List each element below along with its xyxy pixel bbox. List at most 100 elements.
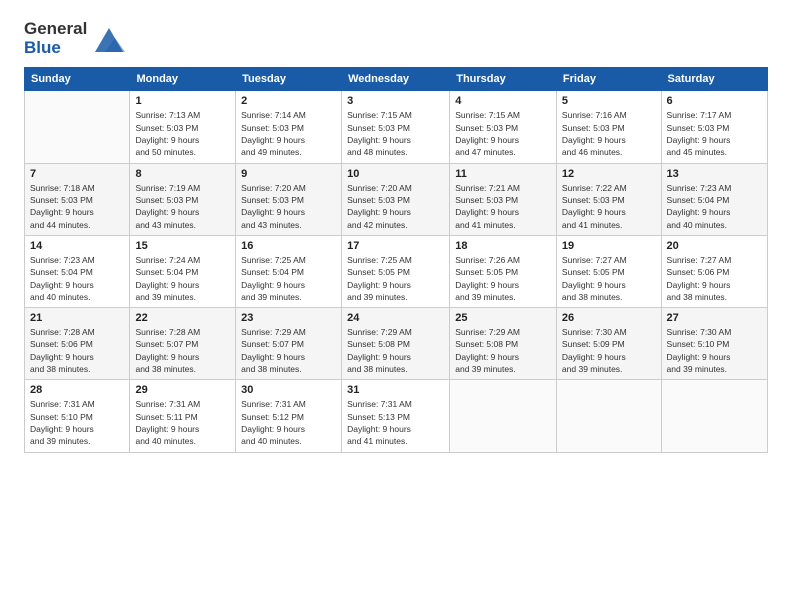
calendar-cell: 24 Sunrise: 7:29 AMSunset: 5:08 PMDayligh… [342, 308, 450, 380]
calendar-week-row: 21Sunrise: 7:28 AMSunset: 5:06 PMDayligh… [25, 308, 768, 380]
weekday-header: Thursday [450, 68, 557, 91]
day-info: Sunrise: 7:13 AMSunset: 5:03 PMDaylight:… [135, 109, 230, 158]
logo-icon [91, 24, 127, 54]
day-info: Sunrise: 7:27 AMSunset: 5:06 PMDaylight:… [667, 254, 762, 303]
calendar-cell [450, 380, 557, 452]
day-number: 25 [455, 312, 551, 324]
calendar-cell: 27Sunrise: 7:30 AMSunset: 5:10 PMDayligh… [661, 308, 767, 380]
day-info: Sunrise: 7:27 AMSunset: 5:05 PMDaylight:… [562, 254, 656, 303]
day-number: 16 [241, 240, 336, 252]
day-info: Sunrise: 7:20 AMSunset: 5:03 PMDaylight:… [347, 182, 444, 231]
day-number: 19 [562, 240, 656, 252]
day-number: 1 [135, 95, 230, 107]
day-info: Sunrise: 7:29 AMSunset: 5:07 PMDaylight:… [241, 326, 336, 375]
day-info: Sunrise: 7:28 AMSunset: 5:06 PMDaylight:… [30, 326, 124, 375]
day-info: Sunrise: 7:31 AMSunset: 5:12 PMDaylight:… [241, 398, 336, 447]
weekday-header: Saturday [661, 68, 767, 91]
calendar-cell: 13 Sunrise: 7:23 AMSunset: 5:04 PMDayligh… [661, 163, 767, 235]
day-number: 24 [347, 312, 444, 324]
day-number: 13 [667, 168, 762, 180]
calendar-cell: 26 Sunrise: 7:30 AMSunset: 5:09 PMDayligh… [556, 308, 661, 380]
calendar-cell: 10 Sunrise: 7:20 AMSunset: 5:03 PMDayligh… [342, 163, 450, 235]
calendar-cell: 31 Sunrise: 7:31 AMSunset: 5:13 PMDayligh… [342, 380, 450, 452]
calendar-cell: 4Sunrise: 7:15 AMSunset: 5:03 PMDaylight… [450, 91, 557, 163]
calendar-week-row: 1 Sunrise: 7:13 AMSunset: 5:03 PMDaylight… [25, 91, 768, 163]
day-number: 23 [241, 312, 336, 324]
calendar-body: 1 Sunrise: 7:13 AMSunset: 5:03 PMDaylight… [25, 91, 768, 452]
calendar-cell: 28Sunrise: 7:31 AMSunset: 5:10 PMDayligh… [25, 380, 130, 452]
calendar-cell: 8 Sunrise: 7:19 AMSunset: 5:03 PMDaylight… [130, 163, 236, 235]
weekday-header: Sunday [25, 68, 130, 91]
day-number: 3 [347, 95, 444, 107]
day-info: Sunrise: 7:21 AMSunset: 5:03 PMDaylight:… [455, 182, 551, 231]
weekday-header: Friday [556, 68, 661, 91]
calendar-cell: 7 Sunrise: 7:18 AMSunset: 5:03 PMDaylight… [25, 163, 130, 235]
calendar-week-row: 28Sunrise: 7:31 AMSunset: 5:10 PMDayligh… [25, 380, 768, 452]
calendar-cell: 19 Sunrise: 7:27 AMSunset: 5:05 PMDayligh… [556, 235, 661, 307]
logo-general: General [24, 20, 87, 39]
day-number: 31 [347, 384, 444, 396]
day-number: 17 [347, 240, 444, 252]
calendar-cell [556, 380, 661, 452]
day-number: 9 [241, 168, 336, 180]
calendar-cell: 22 Sunrise: 7:28 AMSunset: 5:07 PMDayligh… [130, 308, 236, 380]
day-info: Sunrise: 7:18 AMSunset: 5:03 PMDaylight:… [30, 182, 124, 231]
calendar-cell: 3 Sunrise: 7:15 AMSunset: 5:03 PMDaylight… [342, 91, 450, 163]
logo-blue: Blue [24, 39, 87, 58]
calendar-cell: 17 Sunrise: 7:25 AMSunset: 5:05 PMDayligh… [342, 235, 450, 307]
calendar-cell: 11 Sunrise: 7:21 AMSunset: 5:03 PMDayligh… [450, 163, 557, 235]
weekday-header: Tuesday [236, 68, 342, 91]
calendar-cell: 29 Sunrise: 7:31 AMSunset: 5:11 PMDayligh… [130, 380, 236, 452]
day-info: Sunrise: 7:24 AMSunset: 5:04 PMDaylight:… [135, 254, 230, 303]
day-number: 27 [667, 312, 762, 324]
day-info: Sunrise: 7:23 AMSunset: 5:04 PMDaylight:… [667, 182, 762, 231]
day-number: 18 [455, 240, 551, 252]
calendar-cell: 14Sunrise: 7:23 AMSunset: 5:04 PMDayligh… [25, 235, 130, 307]
calendar-cell [661, 380, 767, 452]
day-info: Sunrise: 7:25 AMSunset: 5:05 PMDaylight:… [347, 254, 444, 303]
calendar-cell: 2 Sunrise: 7:14 AMSunset: 5:03 PMDaylight… [236, 91, 342, 163]
day-info: Sunrise: 7:19 AMSunset: 5:03 PMDaylight:… [135, 182, 230, 231]
day-info: Sunrise: 7:31 AMSunset: 5:13 PMDaylight:… [347, 398, 444, 447]
calendar-cell: 9 Sunrise: 7:20 AMSunset: 5:03 PMDaylight… [236, 163, 342, 235]
day-info: Sunrise: 7:15 AMSunset: 5:03 PMDaylight:… [347, 109, 444, 158]
day-info: Sunrise: 7:15 AMSunset: 5:03 PMDaylight:… [455, 109, 551, 158]
day-number: 12 [562, 168, 656, 180]
day-info: Sunrise: 7:31 AMSunset: 5:11 PMDaylight:… [135, 398, 230, 447]
day-number: 11 [455, 168, 551, 180]
day-info: Sunrise: 7:29 AMSunset: 5:08 PMDaylight:… [347, 326, 444, 375]
day-number: 2 [241, 95, 336, 107]
calendar-cell: 23 Sunrise: 7:29 AMSunset: 5:07 PMDayligh… [236, 308, 342, 380]
day-info: Sunrise: 7:20 AMSunset: 5:03 PMDaylight:… [241, 182, 336, 231]
day-number: 14 [30, 240, 124, 252]
day-info: Sunrise: 7:28 AMSunset: 5:07 PMDaylight:… [135, 326, 230, 375]
calendar-cell: 16Sunrise: 7:25 AMSunset: 5:04 PMDayligh… [236, 235, 342, 307]
weekday-header: Wednesday [342, 68, 450, 91]
calendar-cell: 20Sunrise: 7:27 AMSunset: 5:06 PMDayligh… [661, 235, 767, 307]
day-info: Sunrise: 7:30 AMSunset: 5:09 PMDaylight:… [562, 326, 656, 375]
calendar-cell: 6Sunrise: 7:17 AMSunset: 5:03 PMDaylight… [661, 91, 767, 163]
day-number: 26 [562, 312, 656, 324]
day-info: Sunrise: 7:29 AMSunset: 5:08 PMDaylight:… [455, 326, 551, 375]
calendar-cell: 5Sunrise: 7:16 AMSunset: 5:03 PMDaylight… [556, 91, 661, 163]
day-number: 22 [135, 312, 230, 324]
calendar-cell: 25 Sunrise: 7:29 AMSunset: 5:08 PMDayligh… [450, 308, 557, 380]
calendar-cell: 21Sunrise: 7:28 AMSunset: 5:06 PMDayligh… [25, 308, 130, 380]
page: General Blue SundayMondayTuesdayWednesda… [0, 0, 792, 612]
day-number: 29 [135, 384, 230, 396]
calendar-cell: 18Sunrise: 7:26 AMSunset: 5:05 PMDayligh… [450, 235, 557, 307]
day-number: 8 [135, 168, 230, 180]
day-number: 5 [562, 95, 656, 107]
day-info: Sunrise: 7:14 AMSunset: 5:03 PMDaylight:… [241, 109, 336, 158]
day-number: 15 [135, 240, 230, 252]
logo: General Blue [24, 20, 127, 57]
calendar-week-row: 14Sunrise: 7:23 AMSunset: 5:04 PMDayligh… [25, 235, 768, 307]
calendar-week-row: 7 Sunrise: 7:18 AMSunset: 5:03 PMDaylight… [25, 163, 768, 235]
day-number: 6 [667, 95, 762, 107]
day-number: 10 [347, 168, 444, 180]
day-info: Sunrise: 7:31 AMSunset: 5:10 PMDaylight:… [30, 398, 124, 447]
calendar-cell [25, 91, 130, 163]
calendar-cell: 15 Sunrise: 7:24 AMSunset: 5:04 PMDayligh… [130, 235, 236, 307]
day-number: 7 [30, 168, 124, 180]
calendar-cell: 30Sunrise: 7:31 AMSunset: 5:12 PMDayligh… [236, 380, 342, 452]
